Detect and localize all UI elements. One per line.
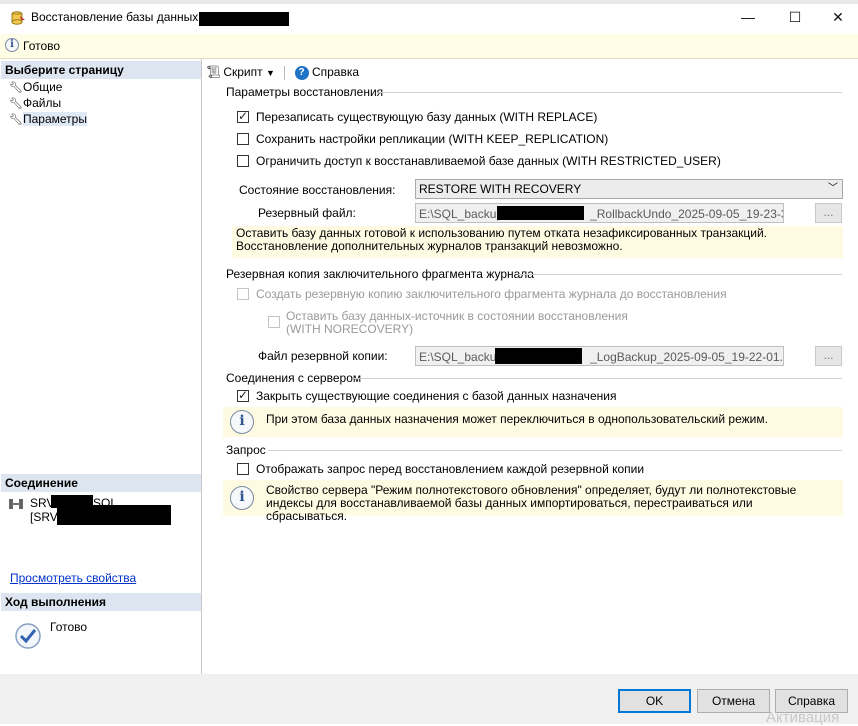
connection-login: [SRV [30,510,58,524]
status-text: Готово [23,39,61,53]
script-icon: 📜︎ [206,65,222,79]
tail-log-file-field[interactable]: E:\SQL_backup _LogBackup_2025-09-05_19-22… [415,346,784,366]
divider [518,274,842,275]
single-user-info: i При этом база данных назначения может … [223,407,843,437]
status-strip: i Готово [0,34,858,59]
help-label: Справка [311,65,360,79]
restricted-user-label: Ограничить доступ к восстанавливаемой ба… [256,154,721,168]
button-bar: OK Отмена Справка Активация [0,674,858,726]
checkmark-icon [15,623,41,649]
tail-log-file-suffix: _LogBackup_2025-09-05_19-22-01.bak [590,350,784,364]
pages-header: Выберите страницу [1,61,201,79]
keep-replication-label: Сохранить настройки репликации (WITH KEE… [256,132,609,146]
redaction [495,348,582,364]
fulltext-info: i Свойство сервера "Режим полнотекстовог… [223,480,843,523]
server-connections-header: Соединения с сервером [226,371,362,385]
help-button[interactable]: Справка [312,65,359,79]
page-item-label: Файлы [23,96,62,110]
tail-log-group: Резервная копия заключительного фрагмент… [226,267,844,281]
close-button[interactable]: ✕ [818,0,858,34]
window-title: Восстановление базы данных [31,10,199,24]
keep-replication-checkbox[interactable] [237,133,249,145]
info-icon: i [5,38,19,52]
backup-file-suffix: _RollbackUndo_2025-09-05_19-23-35.bak [590,207,783,221]
prompt-group: Запрос [226,443,844,457]
restore-options-group: Параметры восстановления [226,85,844,99]
wrench-icon: 🔧︎ [9,114,23,126]
backup-file-prefix: E:\SQL_backup [419,207,504,221]
help-icon: ? [294,65,309,80]
toolbar-divider [284,65,286,80]
restore-options-header: Параметры восстановления [226,85,384,99]
backup-file-field[interactable]: E:\SQL_backup _RollbackUndo_2025-09-05_19… [415,203,784,223]
recovery-description-text: Оставить базу данных готовой к использов… [236,226,768,253]
progress-status: Готово [50,620,88,634]
script-button[interactable]: Скрипт ▼ [223,65,275,79]
fulltext-info-text: Свойство сервера "Режим полнотекстового … [266,483,797,523]
redaction [199,12,289,26]
prompt-before-restore-checkbox[interactable] [237,463,249,475]
minimize-button[interactable]: — [728,0,768,34]
activation-watermark: Активация [766,709,840,726]
tail-log-backup-checkbox[interactable] [237,288,249,300]
page-item-label: Общие [23,80,63,94]
tail-log-browse-button[interactable]: ... [815,346,842,366]
ok-button[interactable]: OK [618,689,691,713]
server-connections-group: Соединения с сервером [226,371,844,385]
close-connections-label: Закрыть существующие соединения с базой … [256,389,617,403]
divider [378,92,842,93]
progress-header: Ход выполнения [1,593,201,611]
recovery-description: Оставить базу данных готовой к использов… [232,226,843,258]
restricted-user-checkbox[interactable] [237,155,249,167]
title-bar: Восстановление базы данных — ☐ ✕ [0,0,858,34]
info-icon: i [230,410,254,434]
page-item-options[interactable]: 🔧︎Параметры [9,111,87,127]
prompt-header: Запрос [226,443,266,457]
page-item-label: Параметры [23,112,87,126]
wrench-icon: 🔧︎ [9,98,23,110]
server-connection-icon [9,499,23,509]
with-replace-label: Перезаписать существующую базу данных (W… [256,110,598,124]
toolbar: 📜︎ Скрипт ▼ ? Справка [206,64,359,82]
wrench-icon: 🔧︎ [9,82,23,94]
close-connections-checkbox[interactable] [237,388,249,402]
norecovery-label: Оставить базу данных-источник в состояни… [286,310,628,336]
norecovery-checkbox[interactable] [268,316,280,328]
divider [354,378,842,379]
prompt-before-restore-label: Отображать запрос перед восстановлением … [256,462,645,476]
left-panel: Выберите страницу 🔧︎Общие 🔧︎Файлы 🔧︎Пара… [1,59,202,674]
with-replace-checkbox[interactable] [237,109,249,123]
tail-log-file-label: Файл резервной копии: [258,349,388,363]
script-label: Скрипт [223,65,263,79]
maximize-button[interactable]: ☐ [775,0,815,34]
single-user-info-text: При этом база данных назначения может пе… [266,412,768,426]
dropdown-arrow-icon: ▼ [265,68,275,78]
redaction [497,206,584,220]
recovery-state-label: Состояние восстановления: [239,183,396,197]
backup-file-label: Резервный файл: [258,206,356,220]
tail-log-file-prefix: E:\SQL_backup [419,350,504,364]
redaction [57,505,171,525]
tail-log-header: Резервная копия заключительного фрагмент… [226,267,534,281]
cancel-button[interactable]: Отмена [697,689,770,713]
info-icon: i [230,486,254,510]
norecovery-label-line2: (WITH NORECOVERY) [286,322,414,336]
tail-log-backup-label: Создать резервную копию заключительного … [256,287,727,301]
options-panel [202,59,858,674]
recovery-state-select[interactable]: RESTORE WITH RECOVERY ﹀ [415,179,843,199]
connection-header: Соединение [1,474,201,492]
page-item-files[interactable]: 🔧︎Файлы [9,95,61,111]
view-properties-link[interactable]: Просмотреть свойства [10,571,136,585]
divider [268,450,842,451]
database-restore-icon [11,11,25,25]
recovery-state-value: RESTORE WITH RECOVERY [419,182,582,196]
backup-file-browse-button[interactable]: ... [815,203,842,223]
page-item-general[interactable]: 🔧︎Общие [9,79,62,95]
chevron-down-icon: ﹀ [828,183,838,194]
